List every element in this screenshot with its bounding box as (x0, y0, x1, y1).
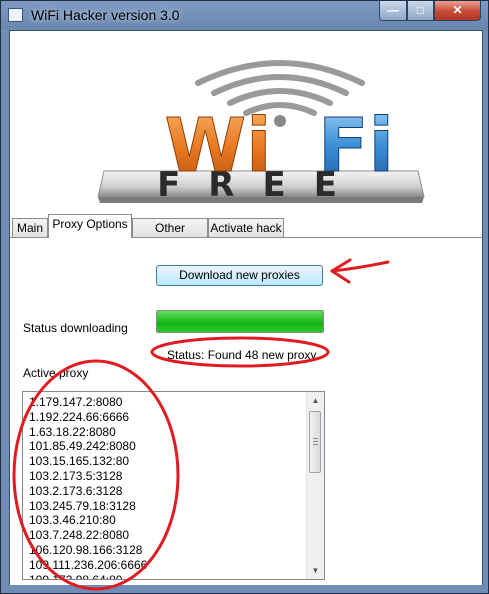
scroll-down-arrow-icon[interactable]: ▼ (307, 562, 324, 579)
status-downloading-label: Status downloading (23, 321, 128, 335)
minimize-icon: — (387, 3, 399, 17)
app-icon (8, 8, 23, 22)
download-progress-bar (156, 310, 324, 333)
maximize-icon: □ (416, 3, 425, 17)
scroll-thumb[interactable] (309, 411, 321, 473)
tab-proxy-options[interactable]: Proxy Options (48, 214, 132, 238)
proxy-list-item[interactable]: 106.120.98.166:3128 (29, 543, 149, 558)
proxy-list-item[interactable]: 103.7.248.22:8080 (29, 528, 149, 543)
status-text: Status: Found 48 new proxy (167, 348, 317, 362)
proxy-list-item[interactable]: 109.111.236.206:6666 (29, 558, 149, 573)
wifi-free-logo: FREE Wi Fi (97, 60, 425, 205)
tab-strip: Main Proxy Options Other Options Activat… (10, 214, 482, 253)
active-proxy-list[interactable]: 1.179.147.2:8080 1.192.224.66:6666 1.63.18… (22, 391, 325, 580)
proxy-list-item[interactable]: 1.192.224.66:6666 (29, 410, 149, 425)
proxy-list-scrollbar[interactable]: ▲ ▼ (306, 392, 324, 579)
tab-other-options[interactable]: Other Options (132, 218, 208, 253)
proxy-list-item[interactable]: 109.173.98.64:80 (29, 573, 149, 579)
tab-main[interactable]: Main (12, 218, 48, 237)
proxy-list-item[interactable]: 103.2.173.5:3128 (29, 469, 149, 484)
close-button[interactable]: ✕ (434, 1, 481, 21)
proxy-list-item[interactable]: 1.179.147.2:8080 (29, 395, 149, 410)
title-bar[interactable]: WiFi Hacker version 3.0 — □ ✕ (1, 1, 488, 29)
window-title: WiFi Hacker version 3.0 (31, 7, 180, 23)
active-proxy-label: Active proxy (23, 366, 89, 380)
proxy-list-item[interactable]: 103.245.79.18:3128 (29, 499, 149, 514)
proxy-list-item[interactable]: 1.63.18.22:8080 (29, 425, 149, 440)
logo-fi-text: Fi (318, 103, 394, 189)
proxy-options-panel: Download new proxies Status downloading … (10, 237, 482, 585)
client-area: FREE Wi Fi Main Proxy Options Other Opti… (9, 30, 483, 585)
maximize-button[interactable]: □ (407, 1, 434, 21)
proxy-list-item[interactable]: 103.2.173.6:3128 (29, 484, 149, 499)
close-icon: ✕ (452, 3, 463, 17)
proxy-items: 1.179.147.2:8080 1.192.224.66:6666 1.63.18… (29, 395, 149, 579)
progress-fill (157, 311, 323, 332)
proxy-list-item[interactable]: 101.85.49.242:8080 (29, 439, 149, 454)
tab-activate-hack[interactable]: Activate hack (208, 218, 284, 237)
logo-wifi-text: Wi (165, 103, 272, 189)
app-window: WiFi Hacker version 3.0 — □ ✕ FREE Wi Fi… (0, 0, 489, 594)
download-proxies-button[interactable]: Download new proxies (156, 265, 323, 286)
proxy-list-item[interactable]: 103.3.46.210:80 (29, 513, 149, 528)
proxy-list-item[interactable]: 103.15.165.132:80 (29, 454, 149, 469)
minimize-button[interactable]: — (379, 1, 407, 21)
scroll-up-arrow-icon[interactable]: ▲ (307, 392, 324, 409)
